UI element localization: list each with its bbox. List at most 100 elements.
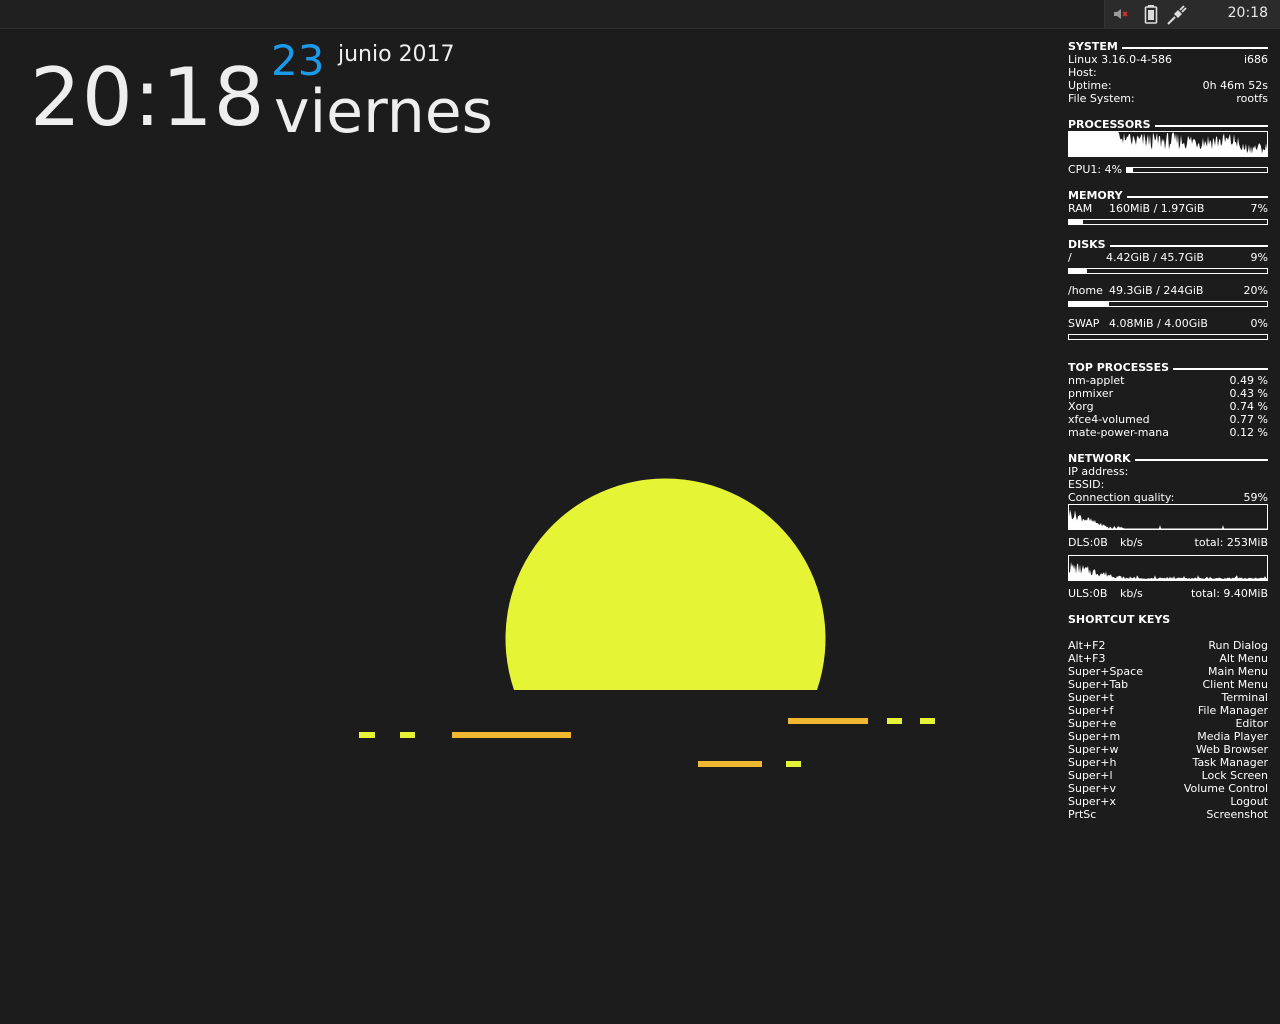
reflection-stripe	[920, 718, 935, 724]
shortcut-action: Task Manager	[1192, 756, 1268, 769]
processors-section-title: PROCESSORS	[1068, 118, 1268, 131]
shortcut-key: Alt+F3	[1068, 652, 1106, 665]
shortcut-key: Super+Space	[1068, 665, 1143, 678]
shortcut-row: Super+Tab Client Menu	[1068, 678, 1268, 691]
shortcut-action: Media Player	[1197, 730, 1268, 743]
shortcut-key: Super+e	[1068, 717, 1117, 730]
shortcut-key: Alt+F2	[1068, 639, 1106, 652]
disk-row: /home 49.3GiB / 244GiB 20%	[1068, 284, 1268, 297]
process-row: mate-power-mana 0.12 %	[1068, 426, 1268, 439]
kernel-row: Linux 3.16.0-4-586 i686	[1068, 53, 1268, 66]
upload-row: ULS:0B kb/s total: 9.40MiB	[1068, 587, 1268, 600]
process-row: xfce4-volumed 0.77 %	[1068, 413, 1268, 426]
shortcut-row: Super+w Web Browser	[1068, 743, 1268, 756]
reflection-stripe	[452, 732, 571, 738]
quality-row: Connection quality: 59%	[1068, 491, 1268, 504]
process-row: pnmixer 0.43 %	[1068, 387, 1268, 400]
reflection-stripe	[786, 761, 801, 767]
sun-shape	[505, 478, 826, 690]
shortcut-row: Alt+F2 Run Dialog	[1068, 639, 1268, 652]
shortcut-key: Super+v	[1068, 782, 1116, 795]
essid-row: ESSID:	[1068, 478, 1105, 491]
shortcut-row: Super+v Volume Control	[1068, 782, 1268, 795]
shortcut-action: Web Browser	[1195, 743, 1268, 756]
host-row: Host:	[1068, 66, 1097, 79]
shortcut-row: Super+e Editor	[1068, 717, 1268, 730]
shortcut-key: Super+t	[1068, 691, 1114, 704]
process-name: mate-power-mana	[1068, 426, 1169, 439]
process-name: pnmixer	[1068, 387, 1114, 400]
shortcut-action: Alt Menu	[1219, 652, 1268, 665]
shortcut-row: Super+t Terminal	[1068, 691, 1268, 704]
system-monitor: SYSTEM Linux 3.16.0-4-586 i686 Host: Upti…	[1068, 40, 1268, 821]
shortcut-row: PrtSc Screenshot	[1068, 808, 1268, 821]
disk-percent: 0%	[1250, 317, 1268, 330]
disk-name: SWAP	[1068, 317, 1100, 330]
shortcut-key: Super+f	[1068, 704, 1114, 717]
shortcut-action: Main Menu	[1208, 665, 1268, 678]
process-row: nm-applet 0.49 %	[1068, 374, 1268, 387]
process-cpu: 0.77 %	[1229, 413, 1268, 426]
disks-section-title: DISKS	[1068, 238, 1268, 251]
disk-usage: 4.42GiB / 45.7GiB	[1106, 251, 1204, 264]
cpu-bar	[1126, 166, 1268, 173]
process-name: xfce4-volumed	[1068, 413, 1150, 426]
disk-row: / 4.42GiB / 45.7GiB 9%	[1068, 251, 1268, 264]
disk-row: SWAP 4.08MiB / 4.00GiB 0%	[1068, 317, 1268, 330]
shortcut-row: Super+l Lock Screen	[1068, 769, 1268, 782]
download-row: DLS:0B kb/s total: 253MiB	[1068, 536, 1268, 549]
reflection-stripe	[359, 732, 375, 738]
process-row: Xorg 0.74 %	[1068, 400, 1268, 413]
disk-usage: 49.3GiB / 244GiB	[1109, 284, 1204, 297]
reflection-stripe	[887, 718, 902, 724]
shortcut-action: Client Menu	[1202, 678, 1268, 691]
disk-percent: 9%	[1250, 251, 1268, 264]
disk-name: /home	[1068, 284, 1103, 297]
shortcut-key: Super+Tab	[1068, 678, 1129, 691]
shortcut-row: Super+f File Manager	[1068, 704, 1268, 717]
reflection-stripe	[698, 761, 762, 767]
shortcut-key: Super+m	[1068, 730, 1121, 743]
shortcut-key: PrtSc	[1068, 808, 1097, 821]
network-section-title: NETWORK	[1068, 452, 1268, 465]
shortcut-key: Super+x	[1068, 795, 1116, 808]
process-cpu: 0.49 %	[1229, 374, 1268, 387]
process-name: nm-applet	[1068, 374, 1125, 387]
ram-row: RAM 160MiB / 1.97GiB 7%	[1068, 202, 1268, 215]
shortcut-key: Super+h	[1068, 756, 1117, 769]
shortcut-action: Run Dialog	[1208, 639, 1268, 652]
cpu-row: CPU1: 4%	[1068, 163, 1268, 176]
upload-graph	[1068, 555, 1268, 581]
reflection-stripe	[400, 732, 415, 738]
disk-bar	[1068, 301, 1268, 307]
process-name: Xorg	[1068, 400, 1094, 413]
reflection-stripe	[788, 718, 868, 724]
shortcut-key: Super+w	[1068, 743, 1119, 756]
shortcut-action: Volume Control	[1183, 782, 1268, 795]
shortcut-row: Super+Space Main Menu	[1068, 665, 1268, 678]
shortcut-row: Super+h Task Manager	[1068, 756, 1268, 769]
system-section-title: SYSTEM	[1068, 40, 1268, 53]
disk-percent: 20%	[1243, 284, 1268, 297]
filesystem-row: File System: rootfs	[1068, 92, 1268, 105]
shortcut-action: Lock Screen	[1201, 769, 1268, 782]
process-cpu: 0.74 %	[1229, 400, 1268, 413]
top-processes-section-title: TOP PROCESSES	[1068, 361, 1268, 374]
download-graph	[1068, 504, 1268, 530]
shortcut-row: Super+m Media Player	[1068, 730, 1268, 743]
shortcut-row: Alt+F3 Alt Menu	[1068, 652, 1268, 665]
ip-row: IP address:	[1068, 465, 1129, 478]
disk-usage: 4.08MiB / 4.00GiB	[1109, 317, 1208, 330]
shortcut-action: Terminal	[1221, 691, 1269, 704]
disk-bar	[1068, 334, 1268, 340]
disk-bar	[1068, 268, 1268, 274]
shortcut-action: Screenshot	[1206, 808, 1268, 821]
shortcut-action: Editor	[1235, 717, 1268, 730]
shortcut-action: Logout	[1230, 795, 1268, 808]
cpu-graph	[1068, 131, 1268, 157]
shortcut-key: Super+l	[1068, 769, 1113, 782]
process-cpu: 0.12 %	[1229, 426, 1268, 439]
shortcut-row: Super+x Logout	[1068, 795, 1268, 808]
shortcuts-section-title: SHORTCUT KEYS	[1068, 613, 1171, 626]
memory-section-title: MEMORY	[1068, 189, 1268, 202]
